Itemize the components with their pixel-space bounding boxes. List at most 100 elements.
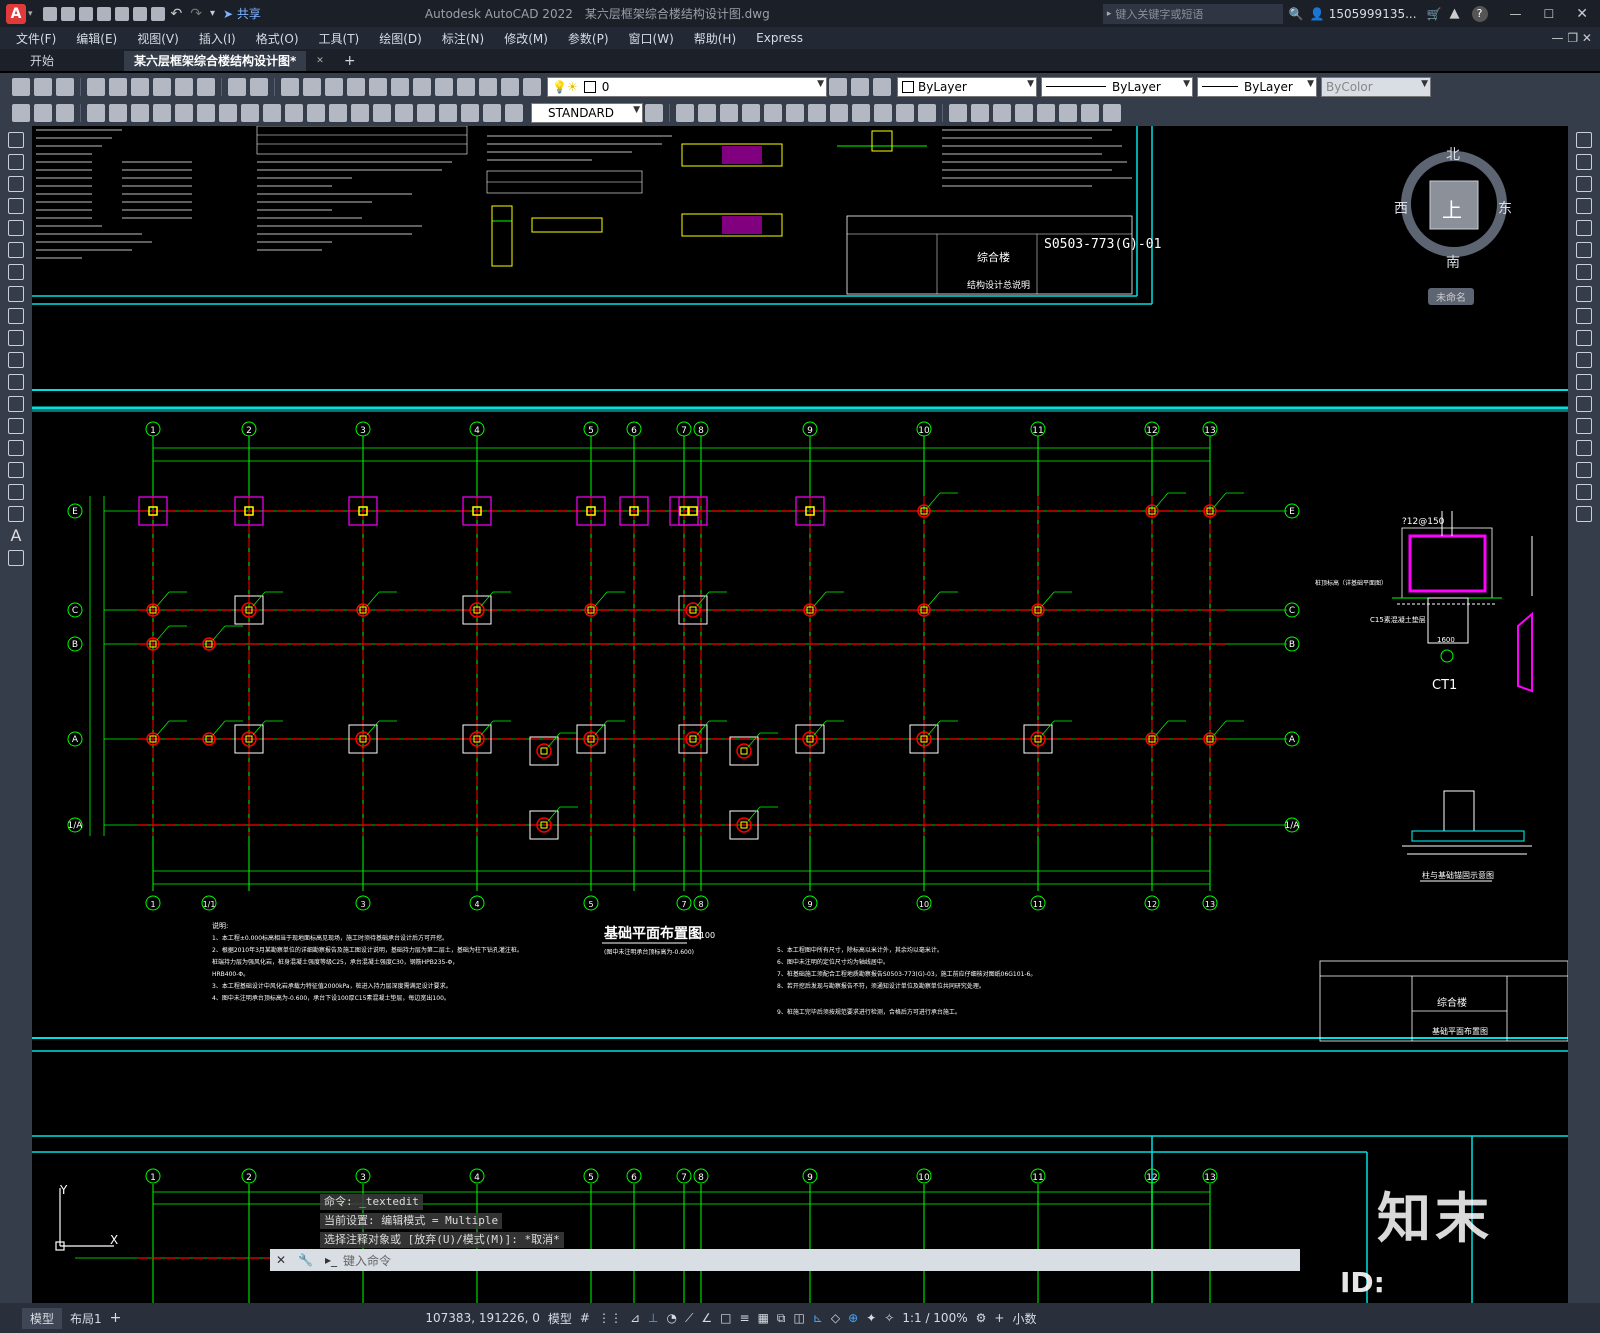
3d-osnap-icon[interactable]: ◫ xyxy=(793,1311,804,1325)
menu-parametric[interactable]: 参数(P) xyxy=(568,30,609,47)
tab-close-icon[interactable]: ✕ xyxy=(306,51,334,71)
menu-help[interactable]: 帮助(H) xyxy=(694,30,736,47)
line-tool-icon[interactable] xyxy=(8,132,24,148)
view-12-icon[interactable] xyxy=(918,104,936,122)
angular-dimension-icon[interactable] xyxy=(241,104,259,122)
polar-icon[interactable]: ◔ xyxy=(667,1311,677,1325)
mirror-icon[interactable] xyxy=(1576,176,1592,192)
units-dropdown[interactable]: 小数 xyxy=(1012,1310,1036,1327)
app-menu-chevron-icon[interactable]: ▾ xyxy=(28,9,33,19)
menu-view[interactable]: 视图(V) xyxy=(137,30,179,47)
tab-drawing[interactable]: 某六层框架综合楼结构设计图* xyxy=(124,51,307,71)
construction-line-icon[interactable] xyxy=(8,154,24,170)
view-9-icon[interactable] xyxy=(852,104,870,122)
ellipse-arc-icon[interactable] xyxy=(8,352,24,368)
command-input[interactable]: 键入命令 xyxy=(343,1252,391,1269)
move-icon[interactable] xyxy=(1576,242,1592,258)
viewcube-top-face[interactable]: 上 xyxy=(1442,194,1462,223)
point-icon[interactable] xyxy=(8,418,24,434)
menu-tools[interactable]: 工具(T) xyxy=(319,30,360,47)
view-6-icon[interactable] xyxy=(786,104,804,122)
lineweight-icon[interactable]: ≡ xyxy=(740,1311,750,1325)
view-18-icon[interactable] xyxy=(1059,104,1077,122)
infer-icon[interactable]: ⊿ xyxy=(630,1311,640,1325)
view-17-icon[interactable] xyxy=(1037,104,1055,122)
dimension-update-icon[interactable] xyxy=(505,104,523,122)
selection-cycling-icon[interactable]: ⧉ xyxy=(777,1311,786,1326)
dimension-edit-icon[interactable] xyxy=(461,104,479,122)
cart-icon[interactable]: 🛒 xyxy=(1427,7,1442,21)
snap-icon[interactable]: ⋮⋮ xyxy=(598,1311,622,1325)
layer-states-icon[interactable] xyxy=(873,77,891,96)
toolbar-2-icon[interactable] xyxy=(34,104,52,122)
make-current-icon[interactable] xyxy=(829,77,847,96)
menu-format[interactable]: 格式(O) xyxy=(256,30,299,47)
gradient-icon[interactable] xyxy=(8,462,24,478)
view-7-icon[interactable] xyxy=(808,104,826,122)
tool-palettes-icon[interactable] xyxy=(413,77,431,96)
table-icon[interactable] xyxy=(8,506,24,522)
radius-dimension-icon[interactable] xyxy=(175,104,193,122)
menu-insert[interactable]: 插入(I) xyxy=(199,30,236,47)
fillet-icon[interactable] xyxy=(1576,462,1592,478)
autodesk-app-icon[interactable]: ▲ xyxy=(1450,6,1460,21)
jogged-linear-icon[interactable] xyxy=(439,104,457,122)
join-icon[interactable] xyxy=(1576,418,1592,434)
copy-icon[interactable] xyxy=(175,77,193,96)
hatch-icon[interactable] xyxy=(8,440,24,456)
dimension-break-icon[interactable] xyxy=(351,104,369,122)
drawing-canvas[interactable]: 综合楼 S0503-773(G)-01 结构设计总说明 1 2 3 4 5 6 7 8 9 10 1… xyxy=(32,126,1568,1303)
zoom-window-icon[interactable] xyxy=(325,77,343,96)
help-toolbar-icon[interactable] xyxy=(501,77,519,96)
break-icon[interactable] xyxy=(1576,396,1592,412)
trim-icon[interactable] xyxy=(1576,330,1592,346)
share-button[interactable]: ➤ 共享 xyxy=(223,5,261,22)
save-as-icon[interactable] xyxy=(96,6,111,21)
toolbar-3-icon[interactable] xyxy=(56,104,74,122)
menu-window[interactable]: 窗口(W) xyxy=(629,30,674,47)
multiline-text-icon[interactable]: A xyxy=(8,528,24,544)
save-toolbar-icon[interactable] xyxy=(56,77,74,96)
search-input[interactable]: 键入关键字或短语 xyxy=(1115,6,1203,22)
tab-model[interactable]: 模型 xyxy=(22,1307,63,1329)
redo-icon[interactable]: ↷ xyxy=(190,6,202,22)
polygon-icon[interactable] xyxy=(8,198,24,214)
view-4-icon[interactable] xyxy=(742,104,760,122)
explode-icon[interactable] xyxy=(1576,506,1592,522)
ordinate-dimension-icon[interactable] xyxy=(153,104,171,122)
view-16-icon[interactable] xyxy=(1015,104,1033,122)
new-file-icon[interactable] xyxy=(42,6,57,21)
cut-icon[interactable] xyxy=(153,77,171,96)
selection-filter-icon[interactable]: ◇ xyxy=(831,1311,840,1325)
new-icon[interactable] xyxy=(12,77,30,96)
quick-access-customize-icon[interactable]: ▾ xyxy=(210,8,215,19)
workspace-gear-icon[interactable]: ⚙ xyxy=(976,1311,987,1325)
layer-previous-icon[interactable] xyxy=(851,77,869,96)
view-13-icon[interactable] xyxy=(949,104,967,122)
view-3-icon[interactable] xyxy=(720,104,738,122)
rotate-icon[interactable] xyxy=(1576,264,1592,280)
autocad-logo[interactable]: A xyxy=(6,3,26,24)
auto-scale-icon[interactable]: ✧ xyxy=(884,1311,894,1325)
viewcube-south[interactable]: 南 xyxy=(1446,252,1460,272)
menu-modify[interactable]: 修改(M) xyxy=(504,30,548,47)
plot-preview-icon[interactable] xyxy=(109,77,127,96)
view-15-icon[interactable] xyxy=(993,104,1011,122)
zoom-previous-icon[interactable] xyxy=(347,77,365,96)
spline-icon[interactable] xyxy=(8,308,24,324)
tab-start[interactable]: 开始 xyxy=(20,51,64,71)
undo-icon[interactable]: ↶ xyxy=(171,6,183,22)
tab-layout1[interactable]: 布局1 xyxy=(70,1310,102,1327)
view-20-icon[interactable] xyxy=(1103,104,1121,122)
color-dropdown[interactable]: ByLayer ▼ xyxy=(897,76,1037,97)
view-2-icon[interactable] xyxy=(698,104,716,122)
viewcube[interactable]: 北 南 东 西 上 未命名 xyxy=(1394,140,1514,305)
design-center-icon[interactable] xyxy=(391,77,409,96)
add-layout-button[interactable]: + xyxy=(110,1310,122,1326)
redo-toolbar-icon[interactable] xyxy=(250,77,268,96)
zoom-realtime-icon[interactable] xyxy=(303,77,321,96)
model-space-toggle[interactable]: 模型 xyxy=(548,1310,572,1327)
osnap-tracking-icon[interactable]: ∠ xyxy=(701,1311,712,1325)
rectangle-icon[interactable] xyxy=(8,220,24,236)
view-10-icon[interactable] xyxy=(874,104,892,122)
